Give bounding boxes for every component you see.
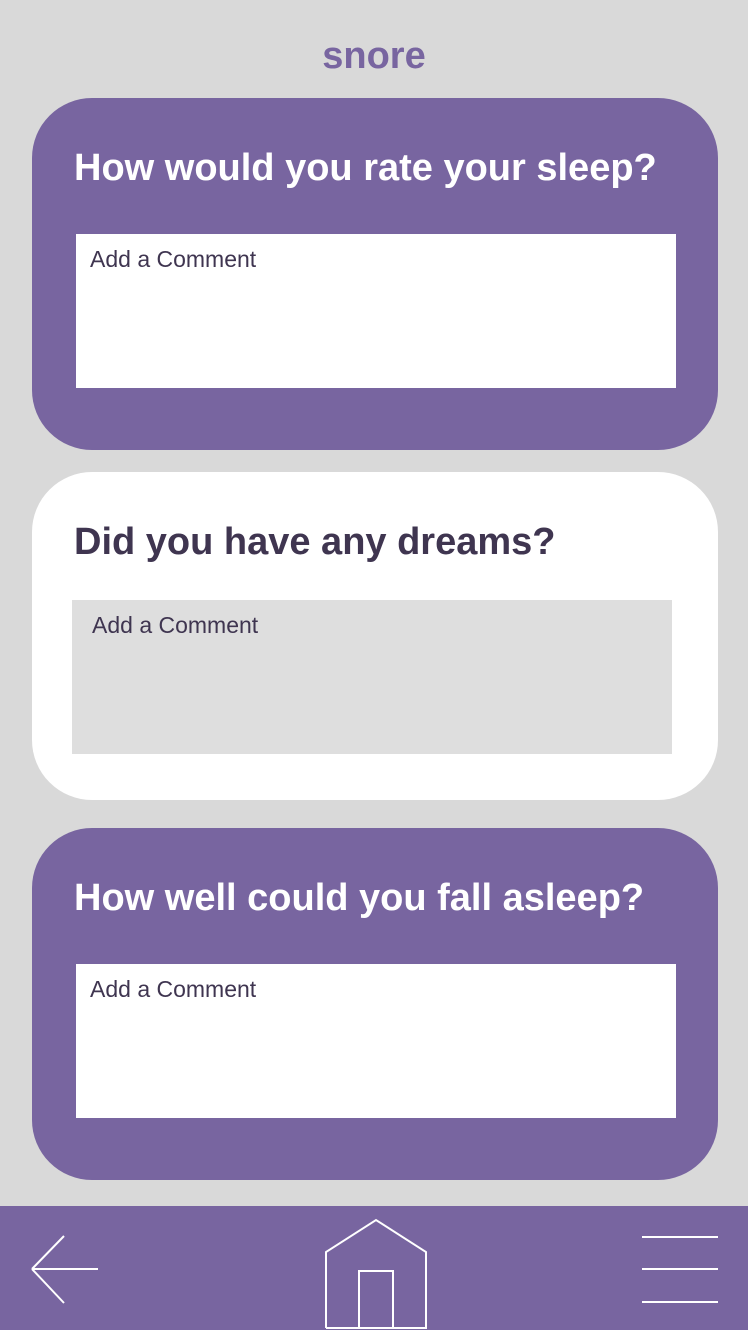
app-title: snore (322, 35, 426, 77)
arrow-left-icon (31, 1235, 98, 1304)
sleep-rating-question: How would you rate your sleep? (74, 147, 657, 189)
sleep-rating-comment-field[interactable] (76, 234, 676, 388)
home-button[interactable] (324, 1218, 428, 1330)
home-icon (325, 1218, 427, 1329)
menu-button[interactable] (640, 1234, 720, 1306)
fall-asleep-question: How well could you fall asleep? (74, 877, 645, 919)
back-button[interactable] (28, 1234, 102, 1306)
hamburger-menu-icon (642, 1236, 718, 1303)
bottom-navigation-bar (0, 1206, 748, 1330)
dreams-card: Did you have any dreams? (32, 472, 718, 800)
fall-asleep-card: How well could you fall asleep? (32, 828, 718, 1180)
dreams-question: Did you have any dreams? (74, 521, 556, 563)
fall-asleep-comment-field[interactable] (76, 964, 676, 1118)
dreams-comment-field[interactable] (72, 600, 672, 754)
sleep-rating-card: How would you rate your sleep? (32, 98, 718, 450)
